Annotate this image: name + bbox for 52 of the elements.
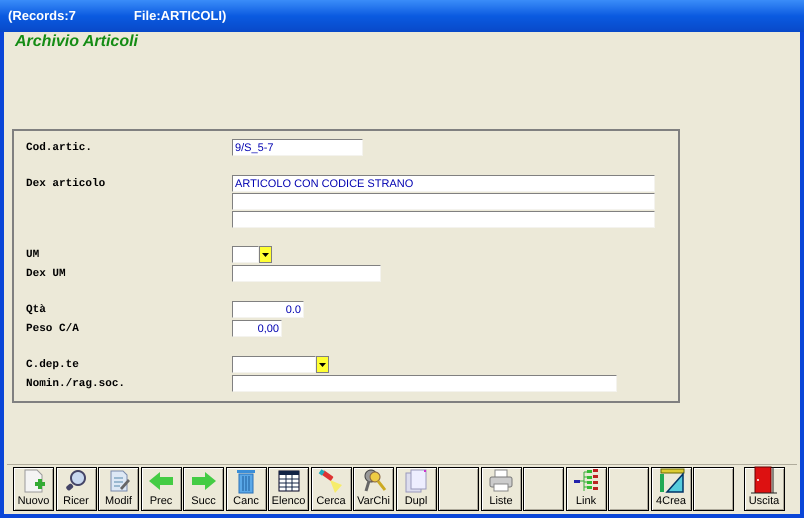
- field-label: Dex articolo: [26, 177, 106, 192]
- ruler-triangle-icon: [657, 468, 685, 494]
- field-label: Peso C/A: [26, 322, 80, 337]
- empty-toolbar-button[interactable]: [523, 466, 564, 510]
- text-field[interactable]: [232, 211, 655, 228]
- field-label: Cod.artic.: [26, 141, 94, 156]
- toolbar-button[interactable]: Succ: [183, 466, 224, 510]
- toolbar-button[interactable]: Cerca: [310, 466, 352, 510]
- toolbar-button[interactable]: Elenco: [268, 466, 309, 510]
- text-field[interactable]: ARTICOLO CON CODICE STRANO: [232, 175, 655, 192]
- flashlight-icon: [318, 468, 344, 494]
- dropdown-button[interactable]: [316, 356, 329, 373]
- text-field[interactable]: 9/S_5-7: [232, 139, 363, 156]
- toolbar-button[interactable]: Dupl: [396, 466, 436, 510]
- empty-toolbar-button[interactable]: [438, 466, 479, 510]
- field-label: UM: [26, 248, 40, 263]
- toolbar-button[interactable]: Uscita: [744, 466, 784, 510]
- dropdown-button[interactable]: [259, 246, 272, 263]
- toolbar-button[interactable]: Canc: [226, 466, 266, 510]
- right-arrow-icon: [190, 470, 218, 492]
- field-label: Nomin./rag.soc.: [26, 377, 126, 392]
- printer-icon: [488, 469, 514, 493]
- toolbar-button[interactable]: Link: [566, 466, 606, 510]
- toolbar-button[interactable]: Modif: [98, 466, 139, 510]
- table-icon: [278, 470, 300, 492]
- field-label: C.dep.te: [26, 358, 80, 373]
- copy-document-icon: [404, 468, 428, 494]
- text-field[interactable]: [232, 356, 316, 373]
- text-field[interactable]: 0,00: [232, 320, 282, 337]
- toolbar-button[interactable]: Nuovo: [13, 466, 54, 510]
- field-label: Dex UM: [26, 267, 67, 282]
- text-field[interactable]: [232, 246, 259, 263]
- text-field[interactable]: [232, 265, 381, 282]
- caret-icon: [262, 252, 269, 256]
- text-field[interactable]: [232, 193, 655, 210]
- caret-icon: [319, 362, 326, 366]
- door-icon: [750, 464, 778, 494]
- toolbar-button[interactable]: VarChi: [353, 466, 394, 510]
- toolbar-button[interactable]: Liste: [480, 466, 522, 510]
- empty-toolbar-button[interactable]: [693, 466, 734, 510]
- page-heading: Archivio Articoli: [14, 32, 140, 51]
- records-count: (Records:7: [8, 7, 76, 26]
- toolbar-button[interactable]: 4Crea: [650, 466, 692, 510]
- toolbar-button[interactable]: Ricer: [56, 466, 96, 510]
- field-label: Qtà: [26, 303, 47, 318]
- empty-toolbar-button[interactable]: [608, 466, 649, 510]
- text-field[interactable]: 0.0: [232, 301, 304, 318]
- tree-diagram-icon: [573, 468, 599, 494]
- left-arrow-icon: [147, 470, 175, 492]
- toolbar-button[interactable]: Prec: [140, 466, 182, 510]
- text-field[interactable]: [232, 375, 617, 392]
- file-name: File:ARTICOLI): [134, 7, 226, 26]
